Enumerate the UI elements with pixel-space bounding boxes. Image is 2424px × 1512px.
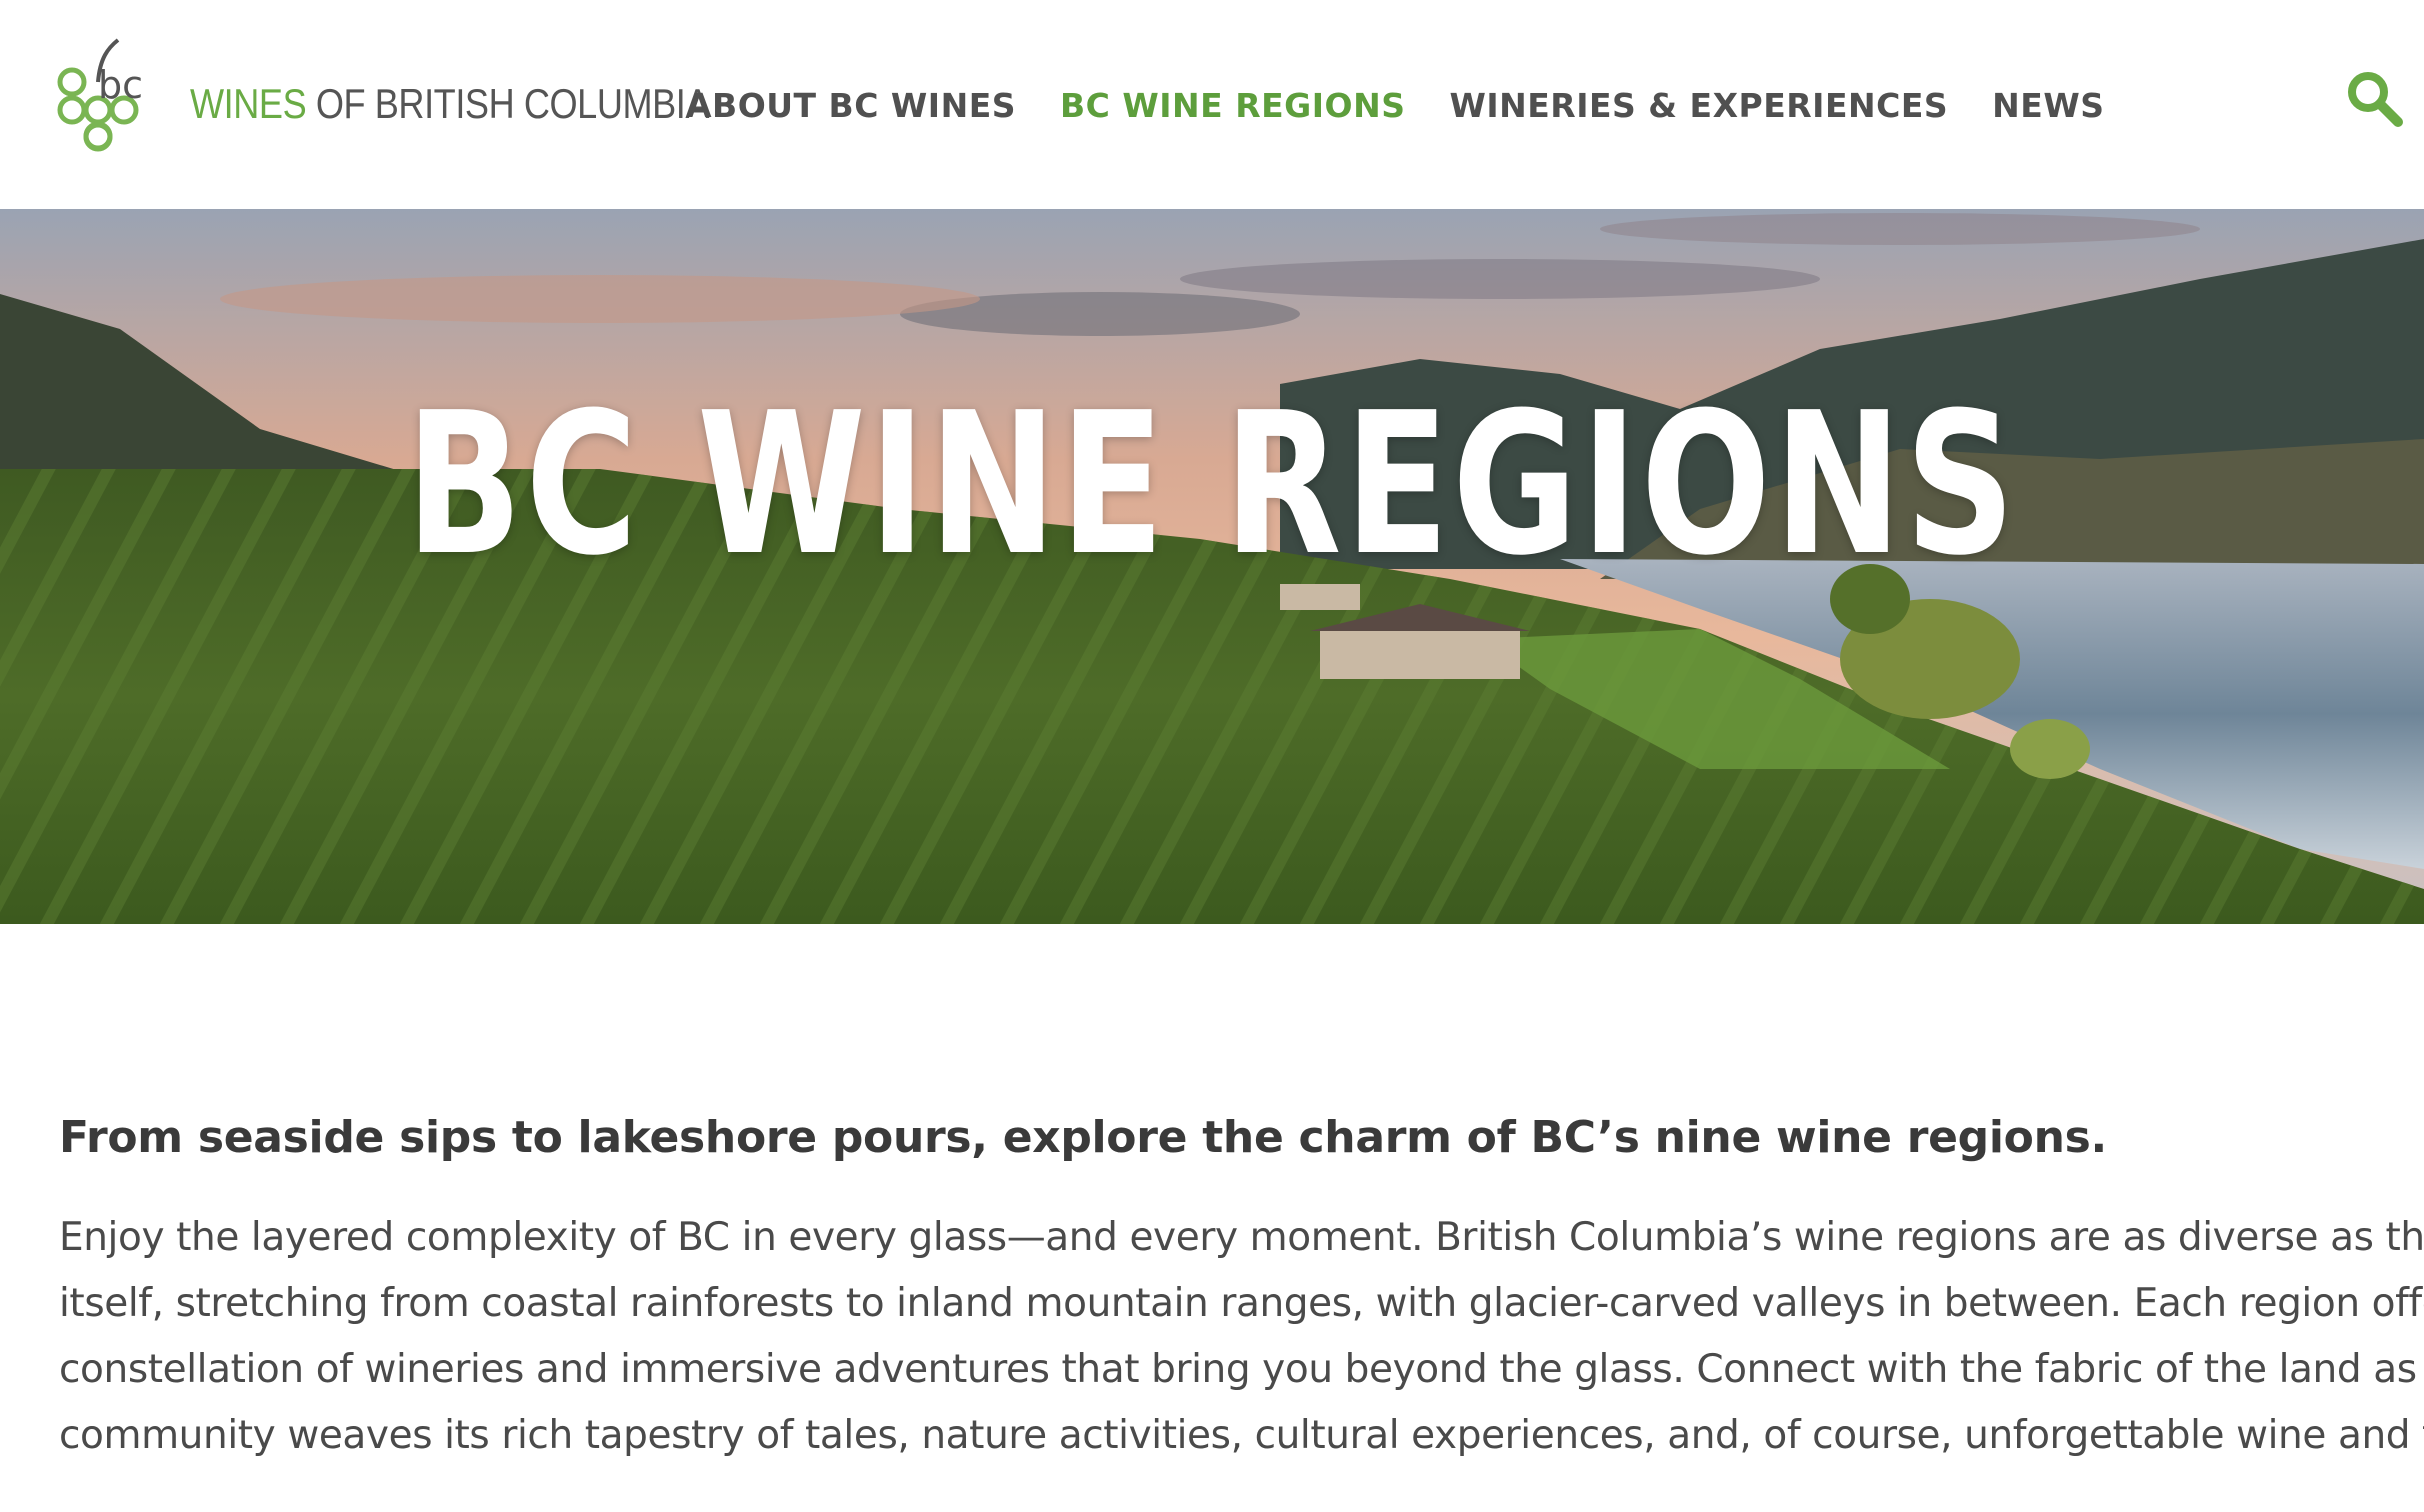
- svg-text:bc: bc: [98, 63, 143, 107]
- main-nav: ABOUT BC WINES BC WINE REGIONS WINERIES …: [686, 80, 2104, 130]
- nav-news[interactable]: NEWS: [1992, 86, 2104, 125]
- brand-wines: WINES: [190, 80, 307, 127]
- brand-of-british-columbia: OF BRITISH COLUMBIA: [306, 80, 710, 127]
- nav-bc-wine-regions[interactable]: BC WINE REGIONS: [1060, 86, 1405, 125]
- nav-about-bc-wines[interactable]: ABOUT BC WINES: [686, 86, 1016, 125]
- body-line: Enjoy the layered complexity of BC in ev…: [59, 1215, 2424, 1260]
- body-paragraph: Enjoy the layered complexity of BC in ev…: [59, 1205, 2424, 1469]
- body-line: community weaves its rich tapestry of ta…: [59, 1413, 2424, 1458]
- body-line: itself, stretching from coastal rainfore…: [59, 1281, 2424, 1326]
- search-icon[interactable]: [2344, 68, 2404, 128]
- hero-banner: BC WINE REGIONS: [0, 209, 2424, 924]
- site-header: bc WINES OF BRITISH COLUMBIA ABOUT BC WI…: [0, 0, 2424, 209]
- brand-wordmark[interactable]: WINES OF BRITISH COLUMBIA: [190, 76, 709, 132]
- intro-heading: From seaside sips to lakeshore pours, ex…: [59, 1112, 2107, 1163]
- body-line: constellation of wineries and immersive …: [59, 1347, 2424, 1392]
- nav-wineries-experiences[interactable]: WINERIES & EXPERIENCES: [1449, 86, 1948, 125]
- hero-title: BC WINE REGIONS: [405, 371, 2019, 599]
- grape-logo-icon: bc: [57, 38, 143, 152]
